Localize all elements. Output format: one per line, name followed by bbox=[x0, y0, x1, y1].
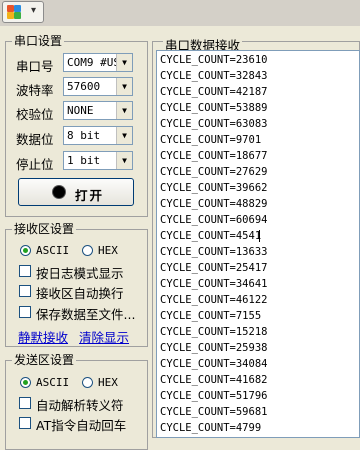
receive-line: CYCLE_COUNT=39662 bbox=[160, 182, 268, 194]
receive-line: CYCLE_COUNT=32843 bbox=[160, 70, 268, 82]
chevron-down-icon: ▾ bbox=[31, 5, 37, 16]
receive-line: CYCLE_COUNT=34084 bbox=[160, 358, 268, 370]
receive-line: CYCLE_COUNT=23610 bbox=[160, 54, 268, 66]
receive-line: CYCLE_COUNT=48829 bbox=[160, 198, 268, 210]
receive-line: CYCLE_COUNT=13633 bbox=[160, 246, 268, 258]
databits-label: 数据位 bbox=[16, 132, 54, 147]
send-hex-radio[interactable] bbox=[82, 377, 93, 388]
stopbits-select[interactable]: 1 bit ▼ bbox=[63, 151, 133, 170]
parity-select[interactable]: NONE ▼ bbox=[63, 101, 133, 120]
chevron-down-icon[interactable]: ▼ bbox=[116, 152, 132, 169]
receive-line: CYCLE_COUNT=18677 bbox=[160, 150, 268, 162]
toolbar: ▾ bbox=[0, 0, 360, 26]
receive-line: CYCLE_COUNT=9701 bbox=[160, 134, 262, 146]
chevron-down-icon[interactable]: ▼ bbox=[116, 127, 132, 144]
app-logo-icon bbox=[7, 5, 23, 19]
save-to-file-label: 保存数据至文件... bbox=[36, 307, 136, 322]
receive-textarea[interactable]: CYCLE_COUNT=23610 CYCLE_COUNT=32843 CYCL… bbox=[156, 50, 360, 438]
port-label: 串口号 bbox=[16, 59, 54, 74]
receive-line: CYCLE_COUNT=51796 bbox=[160, 390, 268, 402]
receive-line: CYCLE_COUNT=4541 bbox=[160, 230, 262, 242]
chevron-down-icon[interactable]: ▼ bbox=[116, 102, 132, 119]
recv-hex-radio[interactable] bbox=[82, 245, 93, 256]
baud-select[interactable]: 57600 ▼ bbox=[63, 77, 133, 96]
app-menu-button[interactable]: ▾ bbox=[2, 1, 44, 23]
chevron-down-icon[interactable]: ▼ bbox=[116, 78, 132, 95]
chevron-down-icon[interactable]: ▼ bbox=[116, 54, 132, 71]
recv-ascii-label: ASCII bbox=[36, 244, 70, 257]
send-ascii-label: ASCII bbox=[36, 376, 70, 389]
recv-hex-label: HEX bbox=[98, 244, 118, 257]
send-ascii-radio[interactable] bbox=[20, 377, 31, 388]
pause-receive-link[interactable]: 静默接收 bbox=[18, 327, 68, 346]
receive-line: CYCLE_COUNT=15218 bbox=[160, 326, 268, 338]
receive-line: CYCLE_COUNT=41682 bbox=[160, 374, 268, 386]
receive-line: CYCLE_COUNT=27629 bbox=[160, 166, 268, 178]
receive-line: CYCLE_COUNT=59681 bbox=[160, 406, 268, 418]
send-settings-title: 发送区设置 bbox=[12, 353, 77, 367]
receive-line: CYCLE_COUNT=42187 bbox=[160, 86, 268, 98]
baud-label: 波特率 bbox=[16, 83, 54, 98]
port-select[interactable]: COM9 #US ▼ bbox=[63, 53, 133, 72]
text-cursor bbox=[259, 230, 260, 242]
log-mode-checkbox[interactable] bbox=[19, 265, 31, 277]
at-auto-return-label: AT指令自动回车 bbox=[36, 418, 127, 433]
at-auto-return-checkbox[interactable] bbox=[19, 417, 31, 429]
port-settings-title: 串口设置 bbox=[12, 34, 65, 48]
save-to-file-checkbox[interactable] bbox=[19, 306, 31, 318]
log-mode-label: 按日志模式显示 bbox=[36, 266, 124, 281]
auto-escape-label: 自动解析转义符 bbox=[36, 398, 124, 413]
clear-display-link[interactable]: 清除显示 bbox=[79, 327, 129, 346]
receive-line: CYCLE_COUNT=25417 bbox=[160, 262, 268, 274]
receive-line: CYCLE_COUNT=53889 bbox=[160, 102, 268, 114]
databits-select[interactable]: 8 bit ▼ bbox=[63, 126, 133, 145]
receive-settings-title: 接收区设置 bbox=[12, 222, 77, 236]
auto-escape-checkbox[interactable] bbox=[19, 397, 31, 409]
receive-line: CYCLE_COUNT=63083 bbox=[160, 118, 268, 130]
send-hex-label: HEX bbox=[98, 376, 118, 389]
receive-line: CYCLE_COUNT=60694 bbox=[160, 214, 268, 226]
receive-line: CYCLE_COUNT=46122 bbox=[160, 294, 268, 306]
recv-ascii-radio[interactable] bbox=[20, 245, 31, 256]
receive-line: CYCLE_COUNT=7155 bbox=[160, 310, 262, 322]
stopbits-label: 停止位 bbox=[16, 157, 54, 172]
parity-label: 校验位 bbox=[16, 107, 54, 122]
receive-line: CYCLE_COUNT=4799 bbox=[160, 422, 262, 434]
receive-line: CYCLE_COUNT=25938 bbox=[160, 342, 268, 354]
auto-wrap-label: 接收区自动换行 bbox=[36, 286, 124, 301]
receive-line: CYCLE_COUNT=34641 bbox=[160, 278, 268, 290]
status-dot-icon bbox=[53, 186, 65, 198]
auto-wrap-checkbox[interactable] bbox=[19, 285, 31, 297]
open-port-label: 打开 bbox=[75, 188, 105, 203]
open-port-button[interactable]: 打开 bbox=[18, 178, 134, 206]
